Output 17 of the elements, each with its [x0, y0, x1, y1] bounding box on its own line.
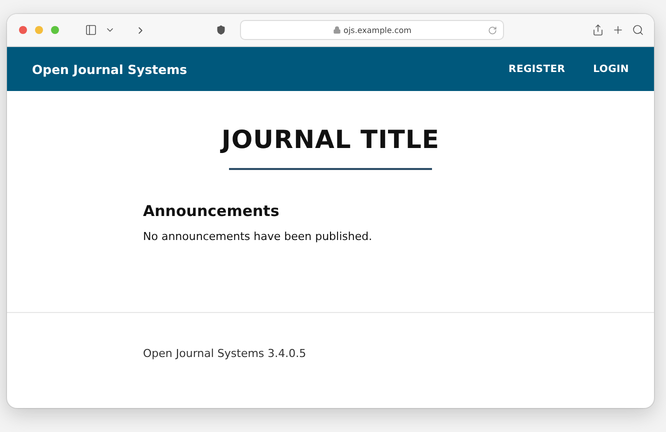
site-name-link[interactable]: Open Journal Systems [32, 62, 481, 76]
journal-title: JOURNAL TITLE [222, 125, 440, 154]
share-icon[interactable] [592, 24, 604, 36]
nav-link[interactable]: REGISTER [508, 64, 566, 74]
url-text: ojs.example.com [344, 26, 412, 34]
address-bar[interactable]: ojs.example.com [240, 20, 504, 40]
footer-text: Open Journal Systems 3.4.0.5 [143, 347, 306, 360]
shield-icon[interactable] [216, 25, 226, 35]
section-heading: Announcements [143, 202, 280, 220]
nav-link[interactable]: LOGIN [593, 64, 629, 74]
lock-icon [332, 26, 341, 34]
sidebar-icon[interactable] [85, 24, 97, 36]
reload-icon[interactable] [488, 26, 497, 34]
empty-message: No announcements have been published. [143, 230, 374, 243]
new-tab-icon[interactable] [612, 24, 624, 36]
search-icon[interactable] [632, 24, 644, 36]
close-window-button[interactable] [19, 26, 27, 34]
